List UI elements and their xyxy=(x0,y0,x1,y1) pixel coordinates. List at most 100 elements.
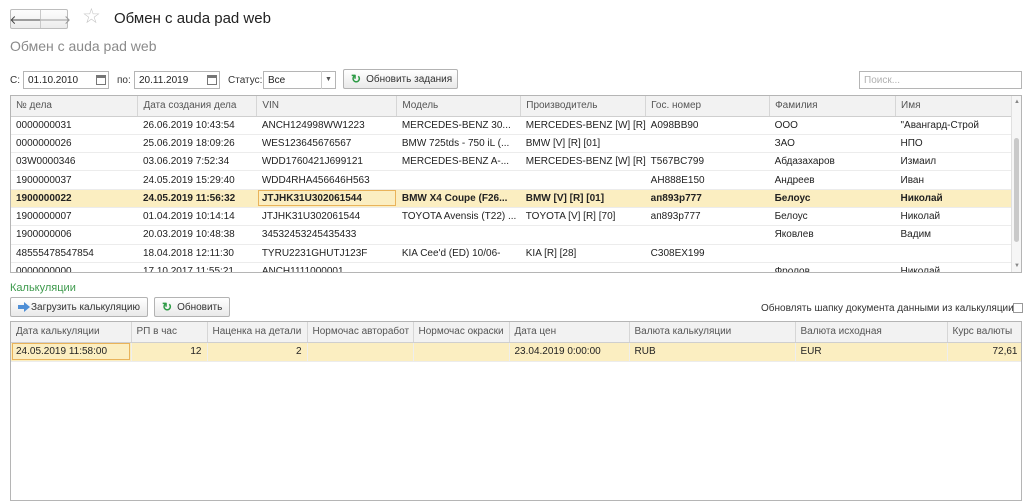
table-cell[interactable]: EUR xyxy=(795,342,948,362)
from-date-field[interactable]: 01.10.2010 xyxy=(23,71,109,89)
table-cell[interactable]: 20.03.2019 10:48:38 xyxy=(137,225,257,245)
table-cell[interactable]: KIA [R] [28] xyxy=(520,244,646,263)
table-cell[interactable]: Белоус xyxy=(769,189,896,208)
table-cell[interactable]: Николай xyxy=(895,262,1021,272)
table-cell[interactable]: 0000000000 xyxy=(11,262,138,272)
table-cell[interactable]: Яковлев xyxy=(769,225,896,245)
table-cell[interactable]: "Авангард-Строй xyxy=(895,116,1021,135)
table-cell[interactable]: Измаил xyxy=(895,152,1021,172)
back-button[interactable]: 🡐 xyxy=(9,10,41,28)
table-cell[interactable]: 12 xyxy=(131,342,208,362)
table-cell[interactable]: JTJHK31U302061544 xyxy=(256,189,397,208)
table-cell[interactable]: 03.06.2019 7:52:34 xyxy=(137,152,257,172)
calc-refresh-button[interactable]: ↻ Обновить xyxy=(154,297,230,317)
table-cell[interactable] xyxy=(520,225,646,245)
table-cell[interactable]: 0000000026 xyxy=(11,134,138,154)
table-cell[interactable]: 24.05.2019 11:58:00 xyxy=(11,342,132,362)
table-cell[interactable]: MERCEDES-BENZ [W] [R]... xyxy=(520,116,646,135)
table-cell[interactable]: 25.06.2019 18:09:26 xyxy=(137,134,257,154)
calc-col-header[interactable]: Нормочас окраски xyxy=(413,322,510,343)
table-cell[interactable]: WES123645676567 xyxy=(256,134,397,154)
cases-col-header[interactable]: Модель xyxy=(396,96,522,117)
table-cell[interactable]: 1900000006 xyxy=(11,225,138,245)
table-row[interactable]: 03W0000346 03.06.2019 7:52:34 WDD1760421J6… xyxy=(11,152,1021,172)
scroll-down-icon[interactable]: ▼ xyxy=(1014,263,1020,269)
table-cell[interactable]: НПО xyxy=(895,134,1021,154)
scroll-up-icon[interactable]: ▲ xyxy=(1014,99,1020,105)
table-row[interactable]: 48555478547854 18.04.2018 12:11:30 TYRU223… xyxy=(11,244,1021,263)
refresh-tasks-button[interactable]: ↻ Обновить задания xyxy=(343,69,458,89)
table-cell[interactable]: 24.05.2019 15:29:40 xyxy=(137,170,257,190)
cases-col-header[interactable]: № дела xyxy=(11,96,139,117)
calendar-icon[interactable] xyxy=(96,75,106,85)
table-cell[interactable]: KIA Cee'd (ED) 10/06- xyxy=(396,244,521,263)
table-cell[interactable] xyxy=(396,262,521,272)
table-cell[interactable]: Николай xyxy=(895,207,1021,227)
table-cell[interactable]: Вадим xyxy=(895,225,1021,245)
calc-col-header[interactable]: Курс валюты xyxy=(947,322,1021,343)
calendar-icon[interactable] xyxy=(207,75,217,85)
table-cell[interactable]: Белоус xyxy=(769,207,896,227)
table-cell[interactable]: 23.04.2019 0:00:00 xyxy=(509,342,630,362)
table-cell[interactable]: JTJHK31U302061544 xyxy=(256,207,397,227)
table-cell[interactable]: TOYOTA [V] [R] [70] xyxy=(520,207,646,227)
table-cell[interactable]: 1900000037 xyxy=(11,170,138,190)
cases-col-header[interactable]: Фамилия xyxy=(769,96,896,117)
table-cell[interactable]: ООО xyxy=(769,116,896,135)
table-cell[interactable]: ANCH124998WW1223 xyxy=(256,116,397,135)
table-cell[interactable]: 1900000007 xyxy=(11,207,138,227)
cases-col-header[interactable]: Дата создания дела xyxy=(137,96,258,117)
table-cell[interactable] xyxy=(769,244,896,263)
table-row[interactable]: 0000000031 26.06.2019 10:43:54 ANCH124998W… xyxy=(11,116,1021,135)
table-cell[interactable]: A098BB90 xyxy=(645,116,770,135)
table-row[interactable]: 0000000000 17.10.2017 11:55:21 ANCH1111000… xyxy=(11,262,1021,272)
table-cell[interactable] xyxy=(645,262,770,272)
to-date-field[interactable]: 20.11.2019 xyxy=(134,71,220,89)
table-cell[interactable]: 18.04.2018 12:11:30 xyxy=(137,244,257,263)
table-cell[interactable] xyxy=(520,262,646,272)
calc-col-header[interactable]: Валюта калькуляции xyxy=(629,322,796,343)
table-cell[interactable]: 17.10.2017 11:55:21 xyxy=(137,262,257,272)
table-cell[interactable]: 24.05.2019 11:56:32 xyxy=(137,189,257,208)
chevron-down-icon[interactable]: ▼ xyxy=(321,71,335,89)
table-cell[interactable]: T567BC799 xyxy=(645,152,770,172)
calc-col-header[interactable]: Дата калькуляции xyxy=(11,322,132,343)
table-row[interactable]: 1900000007 01.04.2019 10:14:14 JTJHK31U302… xyxy=(11,207,1021,227)
table-cell[interactable]: 34532453245435433 xyxy=(256,225,397,245)
table-row[interactable]: 1900000037 24.05.2019 15:29:40 WDD4RHA4566… xyxy=(11,170,1021,190)
table-row[interactable]: 1900000022 24.05.2019 11:56:32 JTJHK31U302… xyxy=(11,189,1021,208)
table-cell[interactable]: ANCH1111000001 xyxy=(256,262,397,272)
table-cell[interactable]: Николай xyxy=(895,189,1021,208)
table-cell[interactable]: 03W0000346 xyxy=(11,152,138,172)
table-cell[interactable]: AH888E150 xyxy=(645,170,770,190)
table-cell[interactable]: BMW 725tds - 750 iL (... xyxy=(396,134,521,154)
table-row[interactable]: 1900000006 20.03.2019 10:48:38 34532453245… xyxy=(11,225,1021,245)
cases-col-header[interactable]: VIN xyxy=(256,96,398,117)
table-cell[interactable]: 26.06.2019 10:43:54 xyxy=(137,116,257,135)
calc-col-header[interactable]: Дата цен xyxy=(509,322,630,343)
scroll-thumb[interactable] xyxy=(1014,138,1019,242)
table-cell[interactable]: MERCEDES-BENZ A-... xyxy=(396,152,521,172)
table-cell[interactable] xyxy=(645,134,770,154)
table-row[interactable]: 0000000026 25.06.2019 18:09:26 WES12364567… xyxy=(11,134,1021,154)
table-row[interactable]: 24.05.2019 11:58:00 12 2 23.04.2019 0:00:00… xyxy=(11,342,1021,362)
calc-col-header[interactable]: Наценка на детали xyxy=(207,322,308,343)
cases-col-header[interactable]: Гос. номер xyxy=(645,96,771,117)
update-header-checkbox[interactable] xyxy=(1013,303,1023,313)
forward-button[interactable]: 🡒 xyxy=(39,10,71,28)
table-cell[interactable]: BMW X4 Coupe (F26... xyxy=(396,189,521,208)
calc-col-header[interactable]: РП в час xyxy=(131,322,208,343)
load-calc-button[interactable]: Загрузить калькуляцию xyxy=(10,297,148,317)
table-cell[interactable]: MERCEDES-BENZ 30... xyxy=(396,116,521,135)
table-cell[interactable]: BMW [V] [R] [01] xyxy=(520,189,646,208)
table-cell[interactable]: BMW [V] [R] [01] xyxy=(520,134,646,154)
table-cell[interactable]: 72,61 xyxy=(947,342,1021,362)
table-cell[interactable]: Абдазахаров xyxy=(769,152,896,172)
search-input[interactable] xyxy=(859,71,1022,89)
table-cell[interactable] xyxy=(396,170,521,190)
table-cell[interactable] xyxy=(520,170,646,190)
table-cell[interactable] xyxy=(307,342,414,362)
table-cell[interactable]: Андреев xyxy=(769,170,896,190)
table-cell[interactable]: Иван xyxy=(895,170,1021,190)
table-cell[interactable]: Фролов xyxy=(769,262,896,272)
